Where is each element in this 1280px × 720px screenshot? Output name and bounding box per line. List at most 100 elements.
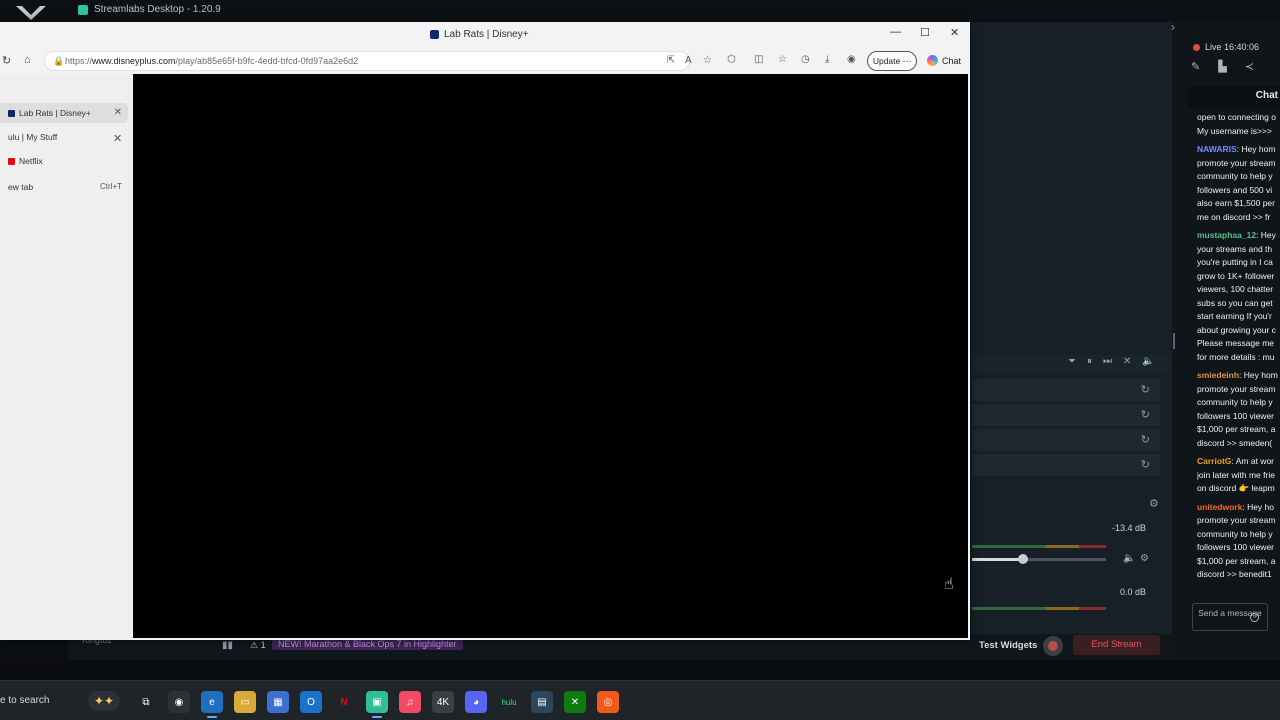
streamlabs-icon bbox=[78, 4, 88, 15]
tab-disney[interactable]: Lab Rats | Disney+ ✕ bbox=[0, 103, 128, 123]
chat-message: mustaphaa_12: Hey your streams and th yo… bbox=[1197, 229, 1280, 364]
streamlabs-icon[interactable]: ▣ bbox=[366, 691, 388, 718]
lock-icon[interactable]: 🔒 bbox=[53, 56, 64, 67]
popout-icon[interactable]: ▙ bbox=[1218, 60, 1226, 73]
mute-alerts-icon[interactable]: ✕ bbox=[1123, 356, 1131, 367]
test-widgets-button[interactable]: Test Widgets bbox=[979, 640, 1037, 651]
volume-slider-knob[interactable] bbox=[1017, 554, 1028, 564]
file-explorer-icon[interactable]: ▭ bbox=[234, 691, 256, 713]
music-icon[interactable]: ♫ bbox=[399, 691, 421, 713]
volume-slider[interactable] bbox=[972, 554, 1106, 564]
close-tab-icon[interactable]: ✕ bbox=[114, 103, 122, 123]
url-text[interactable]: https://www.disneyplus.com/play/ab85e65f… bbox=[65, 56, 358, 66]
chat-username[interactable]: NAWARIS bbox=[1197, 144, 1237, 154]
chat-message: NAWARIS: Hey hom promote your stream com… bbox=[1197, 143, 1280, 224]
favorite-star-icon[interactable]: ☆ bbox=[703, 55, 712, 66]
update-button[interactable]: Update ⋯ bbox=[867, 51, 917, 71]
steam-icon[interactable]: ▤ bbox=[531, 691, 553, 713]
gear-icon[interactable]: ⚙ bbox=[1140, 553, 1149, 564]
xbox-icon[interactable]: ✕ bbox=[564, 691, 586, 713]
netflix-icon[interactable]: N bbox=[333, 691, 355, 713]
tab-hulu[interactable]: ulu | My Stuff bbox=[0, 127, 128, 147]
chat-message: CarriotG: Am at wor join later with me f… bbox=[1197, 455, 1280, 496]
source-row[interactable]: ↻ bbox=[972, 429, 1160, 451]
edge-titlebar: Lab Rats | Disney+ — ☐ ✕ bbox=[0, 22, 970, 48]
mixer-settings-icon[interactable]: ⚙ bbox=[1149, 497, 1159, 510]
address-bar[interactable]: 🔒 https://www.disneyplus.com/play/ab85e6… bbox=[44, 51, 712, 71]
discord-icon[interactable]: ◕ bbox=[465, 691, 487, 713]
sources-toolbar: ⏷ ⏸ ⏭ ✕ 🔈 bbox=[1068, 356, 1155, 367]
end-stream-button[interactable]: End Stream bbox=[1073, 635, 1160, 655]
outlook-icon[interactable]: O bbox=[300, 691, 322, 713]
skip-icon[interactable]: ⏭ bbox=[1103, 356, 1112, 367]
refresh-icon[interactable]: ↻ bbox=[1141, 408, 1150, 421]
chat-username[interactable]: unitedwork bbox=[1197, 502, 1242, 512]
extensions-icon[interactable]: ⬡ bbox=[727, 54, 736, 65]
copilot-chat-button[interactable]: Chat bbox=[927, 55, 961, 66]
chrome-icon[interactable]: ◉ bbox=[168, 691, 190, 713]
favorites-icon[interactable]: ☆ bbox=[778, 54, 787, 65]
source-row[interactable]: ↻ bbox=[972, 379, 1160, 401]
volume-icon[interactable]: 🔈 bbox=[1142, 356, 1154, 367]
maximize-icon[interactable]: ☐ bbox=[920, 26, 930, 39]
chevron-right-icon[interactable]: › bbox=[1171, 20, 1175, 34]
source-row[interactable]: ↻ bbox=[972, 454, 1160, 476]
emoji-icon[interactable] bbox=[1250, 613, 1259, 622]
send-message-input[interactable]: Send a message bbox=[1192, 603, 1268, 631]
disney-favicon-icon bbox=[430, 30, 439, 39]
pause-icon[interactable]: ⏸ bbox=[1087, 356, 1092, 367]
minimize-icon[interactable]: — bbox=[890, 26, 901, 38]
game-logo-icon bbox=[16, 6, 46, 20]
download-icon[interactable]: ⤓ bbox=[825, 54, 829, 65]
origin-icon[interactable]: ◎ bbox=[597, 691, 619, 713]
chat-username[interactable]: smiedeinh bbox=[1197, 370, 1239, 380]
chat-text: open to connecting o My username is>>> bbox=[1197, 112, 1276, 136]
chat-text: : Hey hom promote your stream community … bbox=[1197, 144, 1276, 222]
split-screen-icon[interactable]: ◫ bbox=[754, 54, 763, 65]
close-icon[interactable]: ✕ bbox=[950, 26, 959, 39]
history-icon[interactable]: ◷ bbox=[801, 54, 810, 65]
tab-netflix[interactable]: Netflix bbox=[0, 151, 128, 171]
stats-icon[interactable]: ▮▮ bbox=[222, 640, 233, 651]
home-icon[interactable]: ⌂ bbox=[24, 54, 31, 66]
chat-toolbar: ✎ ▙ ≺ bbox=[1191, 60, 1254, 73]
read-aloud-icon[interactable]: A bbox=[685, 55, 692, 66]
source-row[interactable]: ↻ bbox=[972, 404, 1160, 426]
open-in-app-icon[interactable]: ⇱ bbox=[667, 55, 675, 66]
store-icon[interactable]: ▦ bbox=[267, 691, 289, 713]
refresh-icon[interactable]: ↻ bbox=[1141, 383, 1150, 396]
refresh-icon[interactable]: ↻ bbox=[2, 54, 11, 67]
taskbar-search[interactable]: e to search bbox=[0, 695, 49, 706]
speaker-icon[interactable]: 🔈 bbox=[1123, 553, 1135, 564]
chat-username[interactable]: CarriotG bbox=[1197, 456, 1231, 466]
chat-username[interactable]: mustaphaa_12 bbox=[1197, 230, 1256, 240]
video-player[interactable] bbox=[133, 74, 968, 638]
edit-icon[interactable]: ✎ bbox=[1191, 60, 1200, 73]
netflix-favicon-icon bbox=[8, 158, 15, 166]
live-dot-icon bbox=[1193, 43, 1200, 51]
share-icon[interactable]: ≺ bbox=[1245, 60, 1254, 73]
chat-header: Chat bbox=[1188, 86, 1280, 108]
audio-meter bbox=[972, 607, 1106, 610]
chat-message: open to connecting o My username is>>> bbox=[1197, 111, 1280, 138]
chat-message-list: open to connecting o My username is>>> NA… bbox=[1197, 111, 1280, 596]
alert-indicator[interactable]: ⚠ 1 bbox=[250, 640, 266, 651]
chat-message: unitedwork: Hey ho promote your stream c… bbox=[1197, 501, 1280, 582]
mixer-db-readout: 0.0 dB bbox=[1120, 587, 1147, 597]
task-view-icon[interactable]: ⧉ bbox=[135, 691, 157, 713]
edge-icon[interactable]: e bbox=[201, 691, 223, 718]
profile-avatar-icon[interactable]: ◉ bbox=[847, 54, 856, 65]
refresh-icon[interactable]: ↻ bbox=[1141, 433, 1150, 446]
copilot-taskbar-icon[interactable]: ✦✦ bbox=[88, 691, 120, 711]
refresh-icon[interactable]: ↻ bbox=[1141, 458, 1150, 471]
4k-downloader-icon[interactable]: 4K bbox=[432, 691, 454, 713]
taskbar-apps: ⧉ ◉ e ▭ ▦ O N ▣ ♫ 4K ◕ hulu ▤ ✕ ◎ bbox=[135, 691, 619, 718]
edge-window: Lab Rats | Disney+ — ☐ ✕ ↻ ⌂ 🔒 https://w… bbox=[0, 22, 970, 640]
hulu-icon[interactable]: hulu bbox=[498, 691, 520, 713]
record-button[interactable] bbox=[1043, 636, 1063, 656]
panel-resize-handle[interactable] bbox=[1173, 333, 1175, 349]
audio-meter bbox=[972, 545, 1106, 548]
windows-taskbar: e to search ✦✦ ⧉ ◉ e ▭ ▦ O N ▣ ♫ 4K ◕ hulu ▤ ✕ ◎ bbox=[0, 680, 1280, 720]
new-tab-button[interactable]: ew tab Ctrl+T bbox=[0, 177, 128, 197]
filter-icon[interactable]: ⏷ bbox=[1068, 356, 1076, 367]
